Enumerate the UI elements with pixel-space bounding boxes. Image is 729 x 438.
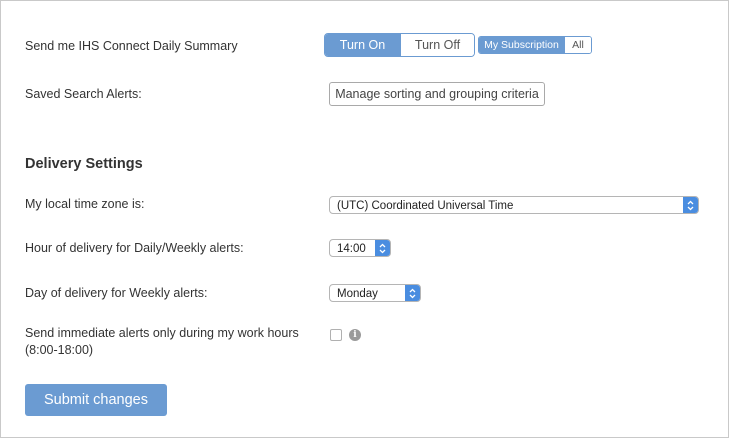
hour-value: 14:00 — [337, 243, 366, 255]
turn-off-button[interactable]: Turn Off — [400, 34, 474, 56]
day-value: Monday — [337, 288, 378, 300]
summary-scope-toggle: My Subscription All — [478, 36, 592, 54]
work-hours-checkbox[interactable] — [330, 329, 342, 341]
work-hours-label: Send immediate alerts only during my wor… — [25, 325, 299, 359]
day-select[interactable]: Monday — [329, 284, 421, 302]
alert-settings-panel: Send me IHS Connect Daily Summary Turn O… — [0, 0, 729, 438]
hour-select[interactable]: 14:00 — [329, 239, 391, 257]
work-hours-label-line2: (8:00-18:00) — [25, 343, 94, 357]
select-arrows-icon — [683, 197, 698, 213]
saved-search-alerts-label: Saved Search Alerts: — [25, 87, 142, 101]
timezone-value: (UTC) Coordinated Universal Time — [337, 200, 514, 212]
all-button[interactable]: All — [564, 37, 591, 53]
timezone-label: My local time zone is: — [25, 197, 145, 211]
select-arrows-icon — [375, 240, 390, 256]
day-label: Day of delivery for Weekly alerts: — [25, 286, 208, 300]
delivery-settings-heading: Delivery Settings — [25, 156, 143, 172]
my-subscription-button[interactable]: My Subscription — [479, 37, 564, 53]
turn-on-button[interactable]: Turn On — [325, 34, 400, 56]
manage-sorting-button[interactable]: Manage sorting and grouping criteria — [329, 82, 545, 106]
info-icon[interactable]: i — [349, 329, 361, 341]
daily-summary-toggle: Turn On Turn Off — [324, 33, 475, 57]
daily-summary-label: Send me IHS Connect Daily Summary — [25, 39, 238, 53]
timezone-select[interactable]: (UTC) Coordinated Universal Time — [329, 196, 699, 214]
select-arrows-icon — [405, 285, 420, 301]
submit-changes-button[interactable]: Submit changes — [25, 384, 167, 416]
work-hours-label-line1: Send immediate alerts only during my wor… — [25, 326, 299, 340]
hour-label: Hour of delivery for Daily/Weekly alerts… — [25, 241, 244, 255]
